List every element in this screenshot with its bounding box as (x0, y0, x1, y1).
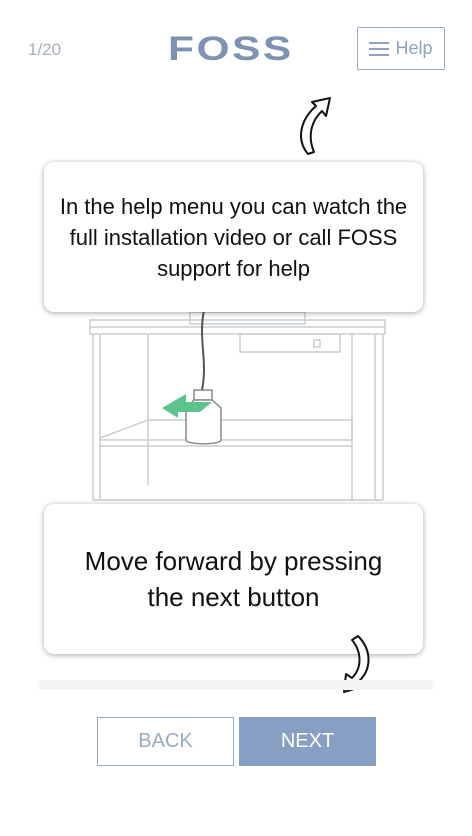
hamburger-menu-icon (369, 41, 390, 57)
help-callout-text: In the help menu you can watch the full … (59, 193, 408, 281)
help-button-label: Help (395, 38, 433, 58)
next-callout-text: Move forward by pressing the next button (84, 546, 383, 612)
instrument-illustration (89, 303, 386, 501)
help-menu-callout: In the help menu you can watch the full … (44, 162, 423, 312)
curved-arrow-up-icon (300, 97, 331, 155)
step-counter: 1/20 (28, 40, 62, 59)
progress-track (38, 680, 434, 690)
back-button[interactable]: BACK (97, 717, 234, 766)
next-button-callout: Move forward by pressing the next button (44, 504, 423, 654)
header: 1/20 FOSS Help (0, 0, 472, 100)
next-button[interactable]: NEXT (239, 717, 376, 766)
foss-logo: FOSS (168, 30, 294, 68)
help-button[interactable]: Help (357, 27, 445, 70)
